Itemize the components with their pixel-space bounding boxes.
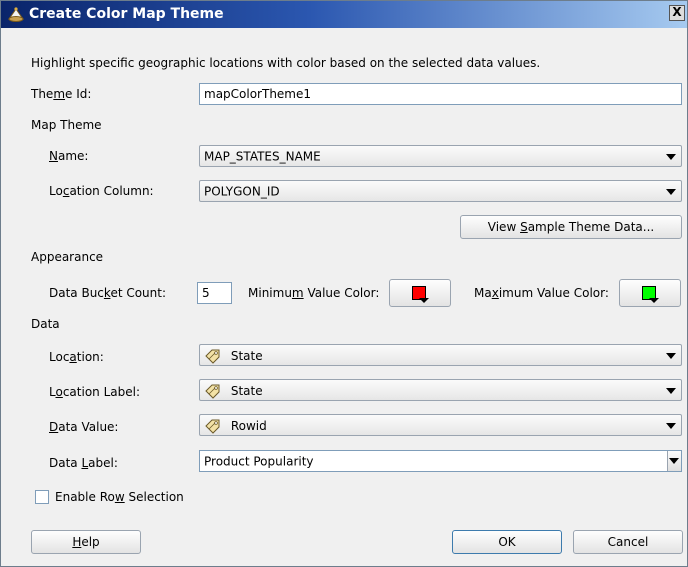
location-column-label: Location Column: xyxy=(49,184,154,198)
data-label-combo-value: Product Popularity xyxy=(204,454,314,469)
view-sample-theme-data-button[interactable]: View Sample Theme Data... xyxy=(460,215,682,239)
name-dropdown[interactable]: MAP_STATES_NAME xyxy=(199,145,682,167)
chevron-down-icon xyxy=(649,298,659,303)
data-value-dropdown-value: Rowid xyxy=(230,419,267,433)
location-column-dropdown-value: POLYGON_ID xyxy=(204,184,280,199)
close-icon: X xyxy=(672,5,682,19)
create-color-map-theme-dialog: Create Color Map Theme X Highlight speci… xyxy=(0,0,688,567)
data-bucket-count-label: Data Bucket Count: xyxy=(49,286,167,300)
close-button[interactable]: X xyxy=(669,5,685,21)
chevron-down-icon xyxy=(666,423,676,429)
minimum-value-color-label: Minimum Value Color: xyxy=(248,286,380,300)
chevron-down-icon xyxy=(666,388,676,394)
location-label: Location: xyxy=(49,350,104,364)
maximum-value-color-label: Maximum Value Color: xyxy=(474,286,609,300)
data-label-label: Data Label: xyxy=(49,456,118,470)
enable-row-selection-checkbox[interactable] xyxy=(35,490,49,504)
data-bucket-count-input[interactable]: 5 xyxy=(197,282,232,304)
tag-icon xyxy=(205,349,220,364)
chevron-down-icon xyxy=(666,353,676,359)
data-label-dropdown-button[interactable] xyxy=(667,451,681,471)
tag-icon xyxy=(205,419,220,434)
location-label-dropdown[interactable]: State xyxy=(199,379,682,401)
map-theme-section-label: Map Theme xyxy=(31,118,102,132)
location-label-dropdown-value: State xyxy=(230,384,263,398)
cancel-button[interactable]: Cancel xyxy=(573,530,683,554)
help-button[interactable]: Help xyxy=(31,530,141,554)
data-value-dropdown[interactable]: Rowid xyxy=(199,414,682,436)
theme-id-label: Theme Id: xyxy=(31,87,92,101)
window-title: Create Color Map Theme xyxy=(29,6,224,22)
enable-row-selection-label[interactable]: Enable Row Selection xyxy=(55,490,184,504)
chevron-down-icon xyxy=(666,154,676,160)
name-label: Name: xyxy=(49,149,89,163)
data-label-combo[interactable]: Product Popularity xyxy=(199,450,682,472)
chevron-down-icon xyxy=(419,298,429,303)
chevron-down-icon xyxy=(669,458,679,464)
name-dropdown-value: MAP_STATES_NAME xyxy=(204,149,321,164)
description-text: Highlight specific geographic locations … xyxy=(31,56,541,70)
theme-id-input[interactable]: mapColorTheme1 xyxy=(199,83,682,105)
app-icon xyxy=(8,7,24,22)
maximum-value-color-button[interactable] xyxy=(619,279,681,307)
title-bar[interactable]: Create Color Map Theme X xyxy=(1,1,687,28)
tag-icon xyxy=(205,384,220,399)
location-dropdown[interactable]: State xyxy=(199,344,682,366)
location-column-dropdown[interactable]: POLYGON_ID xyxy=(199,180,682,202)
appearance-section-label: Appearance xyxy=(31,250,104,264)
ok-button[interactable]: OK xyxy=(452,530,562,554)
data-value-label: Data Value: xyxy=(49,420,119,434)
minimum-value-color-button[interactable] xyxy=(389,279,451,307)
location-label-label: Location Label: xyxy=(49,385,140,399)
chevron-down-icon xyxy=(666,189,676,195)
data-section-label: Data xyxy=(31,317,60,331)
location-dropdown-value: State xyxy=(230,349,263,363)
